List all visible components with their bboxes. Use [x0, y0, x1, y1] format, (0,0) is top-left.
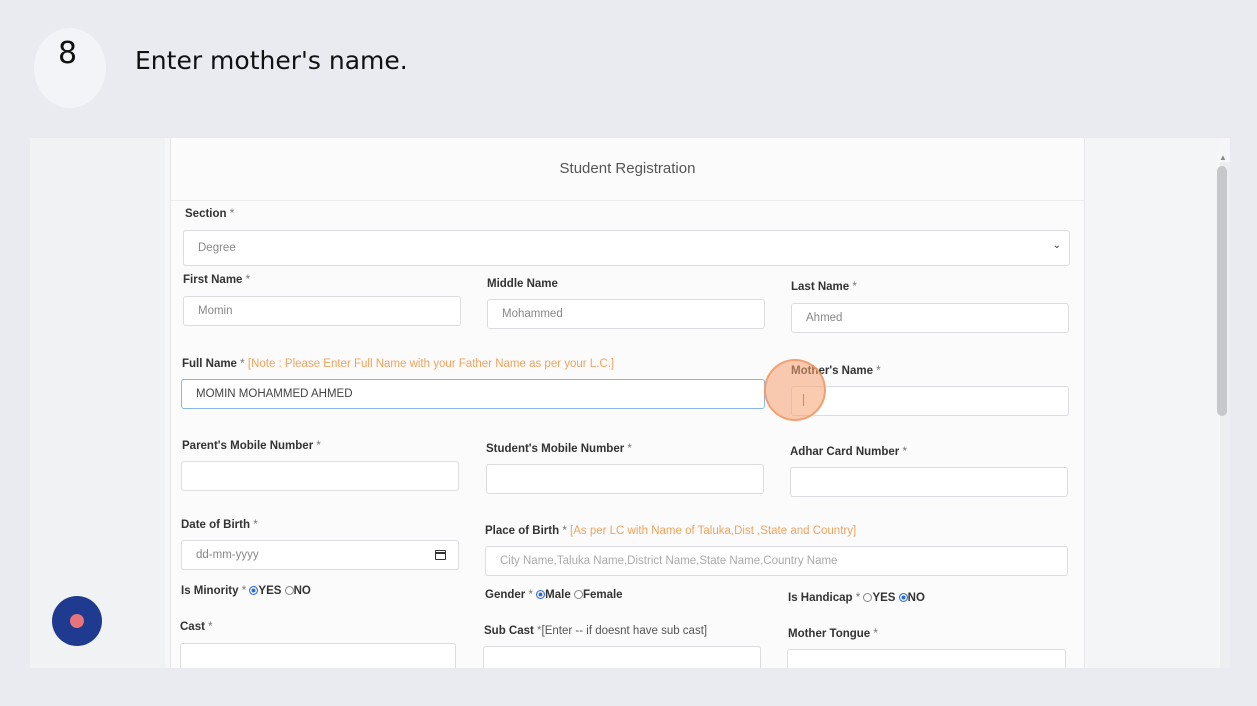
record-dot-icon	[70, 614, 84, 628]
header-divider	[171, 200, 1084, 201]
last-name-input[interactable]: Ahmed	[791, 303, 1069, 333]
step-number: 8	[58, 36, 78, 71]
place-of-birth-input[interactable]: City Name,Taluka Name,District Name,Stat…	[485, 546, 1068, 576]
place-of-birth-label: Place of Birth * [As per LC with Name of…	[485, 525, 857, 537]
step-instruction: Enter mother's name.	[135, 46, 408, 75]
middle-name-label: Middle Name	[487, 278, 558, 290]
handicap-no-radio[interactable]	[898, 593, 908, 602]
cast-input[interactable]	[180, 643, 456, 668]
full-name-label: Full Name * [Note : Please Enter Full Na…	[182, 358, 615, 370]
scrollbar-thumb[interactable]	[1217, 166, 1227, 416]
minority-group: Is Minority * YES NO	[181, 585, 311, 597]
first-name-input[interactable]: Momin	[183, 296, 461, 326]
full-name-input[interactable]: MOMIN MOHAMMED AHMED	[181, 379, 765, 409]
section-value: Degree	[198, 242, 236, 254]
minority-no-radio[interactable]	[284, 586, 294, 595]
scroll-up-arrow-icon[interactable]: ▲	[1219, 153, 1227, 162]
sub-cast-label: Sub Cast *[Enter -- if doesnt have sub c…	[484, 625, 708, 637]
section-label: Section *	[185, 208, 235, 220]
mother-tongue-input[interactable]	[787, 649, 1066, 668]
scroll-down-arrow-icon[interactable]: ▼	[1219, 666, 1227, 668]
full-name-note: [Note : Please Enter Full Name with your…	[247, 358, 615, 370]
sub-cast-input[interactable]	[483, 646, 761, 668]
handicap-group: Is Handicap * YES NO	[788, 592, 925, 604]
students-mobile-input[interactable]	[486, 464, 764, 494]
parents-mobile-input[interactable]	[181, 461, 459, 491]
calendar-icon[interactable]	[435, 550, 446, 560]
adhar-input[interactable]	[790, 467, 1068, 497]
click-highlight	[764, 359, 826, 421]
registration-card: Student Registration Section * Degree ⌄ …	[170, 138, 1085, 668]
parents-mobile-label: Parent's Mobile Number *	[182, 440, 321, 452]
section-select[interactable]: Degree ⌄	[183, 230, 1070, 266]
last-name-label: Last Name *	[791, 281, 857, 293]
floating-action-button[interactable]	[52, 596, 102, 646]
chevron-down-icon: ⌄	[1052, 240, 1061, 251]
gender-group: Gender * Male Female	[485, 589, 623, 601]
dob-label: Date of Birth *	[181, 519, 258, 531]
mother-tongue-label: Mother Tongue *	[788, 628, 878, 640]
dob-input[interactable]: dd-mm-yyyy	[181, 540, 459, 570]
form-title: Student Registration	[559, 160, 696, 177]
mothers-name-input[interactable]	[791, 386, 1069, 416]
first-name-label: First Name *	[183, 274, 251, 286]
gender-male-radio[interactable]	[536, 590, 546, 599]
right-panel	[1087, 138, 1217, 668]
students-mobile-label: Student's Mobile Number *	[486, 443, 632, 455]
place-of-birth-note: [As per LC with Name of Taluka,Dist ,Sta…	[570, 525, 857, 537]
adhar-label: Adhar Card Number *	[790, 446, 907, 458]
browser-viewport: ▲ ▼ Student Registration Section * Degre…	[30, 138, 1230, 668]
middle-name-input[interactable]: Mohammed	[487, 299, 765, 329]
cast-label: Cast *	[180, 621, 213, 633]
text-cursor-icon	[803, 394, 804, 406]
left-panel	[30, 138, 165, 668]
gender-female-radio[interactable]	[573, 590, 583, 599]
